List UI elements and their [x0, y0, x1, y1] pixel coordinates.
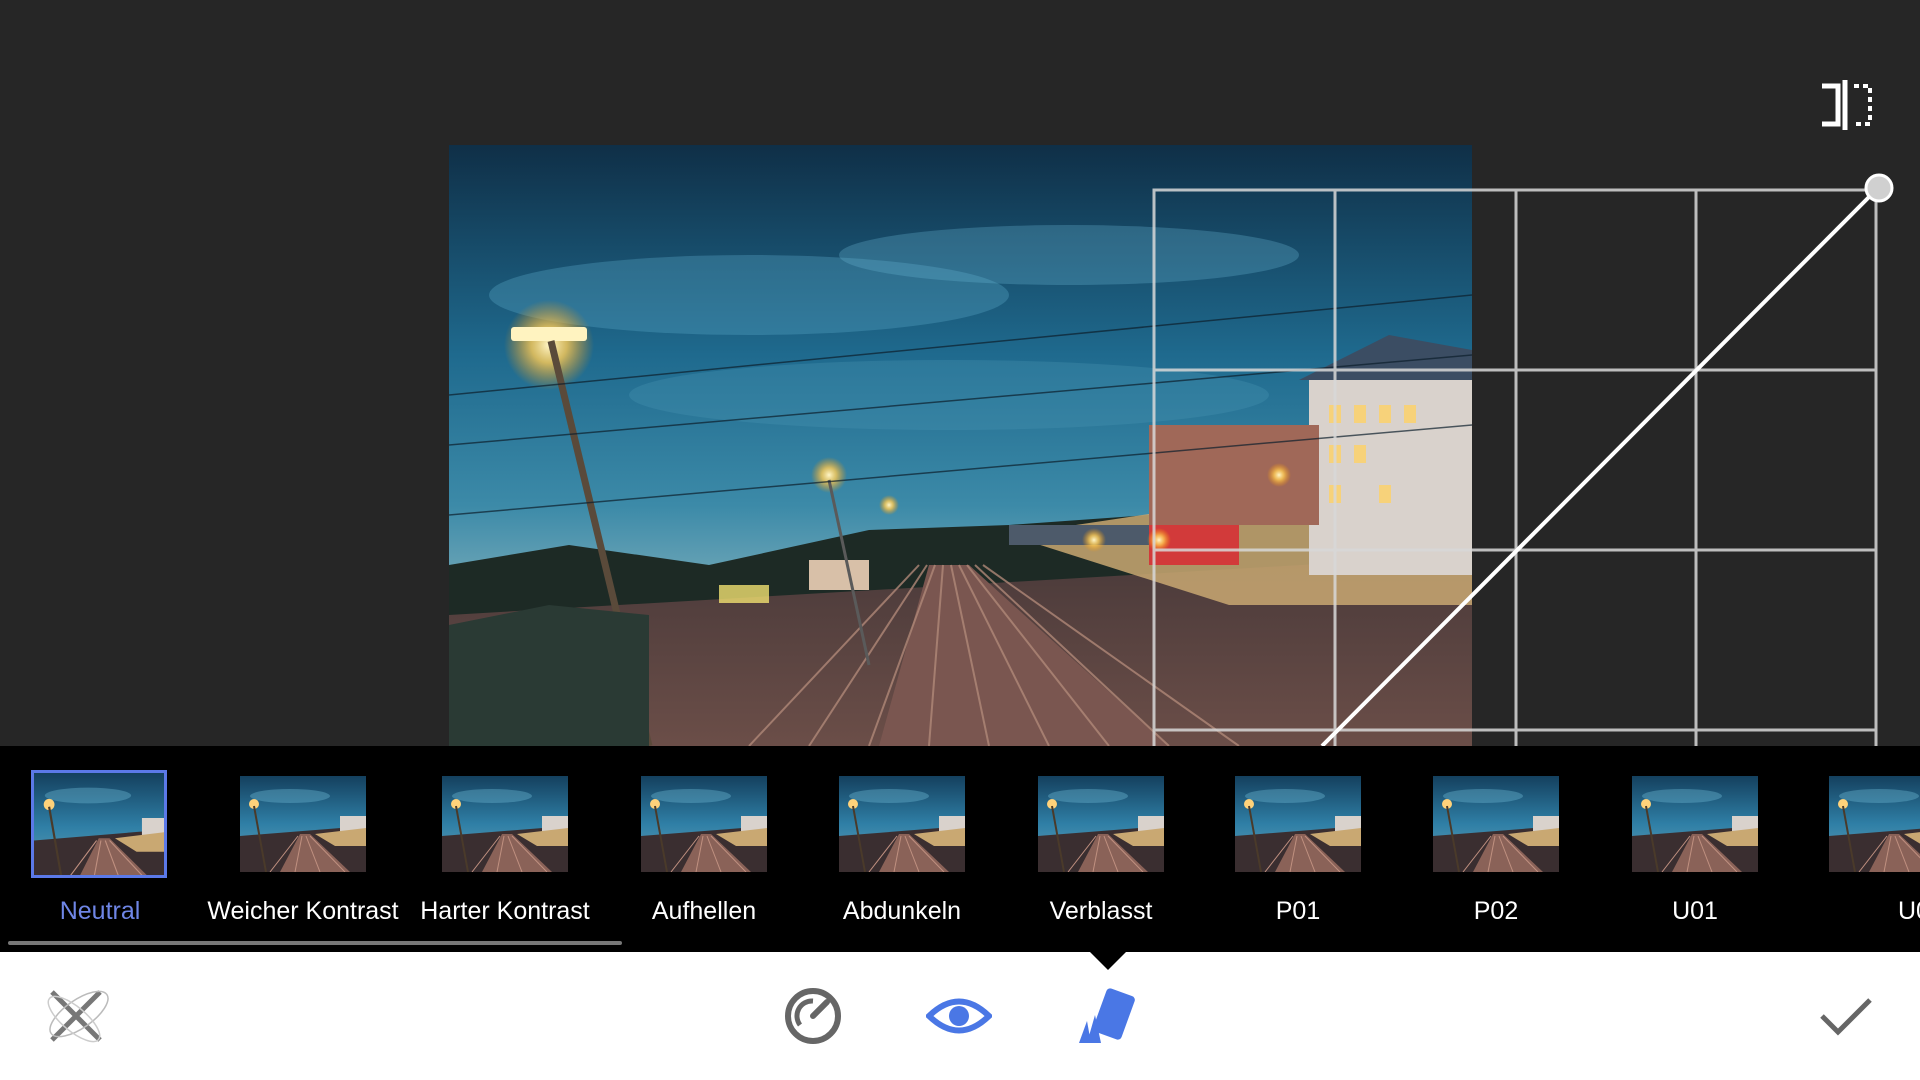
- preset-aufhellen[interactable]: Aufhellen: [604, 776, 804, 936]
- split-compare-icon: [1822, 80, 1872, 130]
- preset-thumbnail: [1632, 776, 1758, 872]
- preset-label: P01: [1275, 897, 1321, 925]
- checkmark-icon: [1820, 998, 1872, 1036]
- preset-harter-kontrast[interactable]: Harter Kontrast: [405, 776, 605, 936]
- compare-button[interactable]: [1818, 78, 1874, 132]
- preset-scrollbar[interactable]: [8, 941, 622, 945]
- preview-eye-button[interactable]: [917, 974, 1001, 1058]
- preset-label: Aufhellen: [651, 897, 757, 925]
- preset-thumbnail: [1038, 776, 1164, 872]
- presets-button[interactable]: [1063, 974, 1147, 1058]
- preset-label: U02: [1898, 897, 1920, 925]
- preset-thumbnail: [839, 776, 965, 872]
- preset-label: Neutral: [59, 897, 141, 925]
- preset-thumbnail: [641, 776, 767, 872]
- curve-line[interactable]: [1320, 188, 1878, 746]
- preset-p02[interactable]: P02: [1396, 776, 1596, 936]
- preset-label: Verblasst: [1049, 897, 1153, 925]
- preset-label: Harter Kontrast: [420, 897, 590, 925]
- curve-handle-icon[interactable]: [1864, 173, 1894, 203]
- preset-abdunkeln[interactable]: Abdunkeln: [802, 776, 1002, 936]
- preset-u01[interactable]: U01: [1595, 776, 1795, 936]
- preset-thumbnail: [442, 776, 568, 872]
- preset-u02[interactable]: U02: [1792, 776, 1920, 936]
- tone-curve-overlay[interactable]: [1152, 188, 1878, 746]
- preset-strip[interactable]: Neutral Weicher Kontrast Harter Kontrast…: [0, 746, 1920, 952]
- editor-canvas: [0, 0, 1920, 746]
- preset-p01[interactable]: P01: [1198, 776, 1398, 936]
- preset-weicher-kontrast[interactable]: Weicher Kontrast: [203, 776, 403, 936]
- preset-thumbnail: [240, 776, 366, 872]
- auto-adjust-button[interactable]: [771, 974, 855, 1058]
- cancel-icon: [47, 990, 109, 1043]
- cancel-button[interactable]: [34, 974, 118, 1058]
- presets-stack-icon: [1079, 988, 1135, 1043]
- active-tool-pointer: [1090, 952, 1126, 970]
- apply-button[interactable]: [1804, 974, 1888, 1058]
- eye-icon: [926, 998, 992, 1034]
- preset-label: Abdunkeln: [842, 897, 962, 925]
- preset-label: U01: [1672, 897, 1718, 925]
- preset-label: P02: [1473, 897, 1519, 925]
- bottom-toolbar: [0, 952, 1920, 1080]
- preset-neutral[interactable]: Neutral: [0, 770, 200, 936]
- auto-adjust-icon: [785, 988, 841, 1044]
- preset-label: Weicher Kontrast: [207, 897, 399, 925]
- preset-thumbnail: [1235, 776, 1361, 872]
- preset-thumbnail: [31, 770, 167, 878]
- preset-thumbnail: [1829, 776, 1920, 872]
- preset-verblasst[interactable]: Verblasst: [1001, 776, 1201, 936]
- preset-thumbnail: [1433, 776, 1559, 872]
